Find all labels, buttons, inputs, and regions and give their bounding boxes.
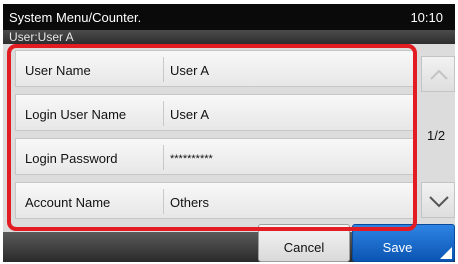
page-indicator: 1/2 (427, 128, 446, 143)
row-value: User A (170, 63, 210, 78)
settings-list: User Name User A Login User Name User A … (15, 50, 415, 228)
row-divider (163, 57, 164, 82)
row-label: Account Name (25, 195, 111, 210)
screen-panel: System Menu/Counter. 10:10 User:User A U… (3, 4, 455, 262)
screen-title: System Menu/Counter. (9, 10, 142, 25)
current-user: User:User A (9, 30, 74, 44)
corner-arrow-icon (440, 247, 452, 259)
login-password-row[interactable]: Login Password ********** (15, 138, 415, 175)
row-label: Login User Name (25, 107, 127, 122)
cancel-button[interactable]: Cancel (258, 224, 350, 262)
row-value: User A (170, 107, 210, 122)
clock: 10:10 (410, 10, 443, 25)
cancel-label: Cancel (283, 240, 325, 255)
row-divider (163, 101, 164, 126)
row-label: Login Password (25, 151, 118, 166)
user-bar: User:User A (3, 30, 455, 44)
row-divider (163, 189, 164, 214)
save-button[interactable]: Save (352, 224, 455, 262)
scroll-down-button[interactable] (421, 182, 455, 218)
user-name-row[interactable]: User Name User A (15, 50, 415, 87)
row-divider (163, 145, 164, 170)
row-label: User Name (25, 63, 91, 78)
row-value: ********** (170, 153, 213, 165)
chevron-up-icon (430, 69, 448, 80)
row-value: Others (170, 195, 210, 210)
title-bar: System Menu/Counter. 10:10 (3, 4, 455, 30)
login-user-name-row[interactable]: Login User Name User A (15, 94, 415, 131)
save-label: Save (382, 240, 413, 255)
account-name-row[interactable]: Account Name Others (15, 182, 415, 219)
chevron-down-icon (429, 196, 449, 208)
scroll-up-button[interactable] (421, 56, 455, 92)
